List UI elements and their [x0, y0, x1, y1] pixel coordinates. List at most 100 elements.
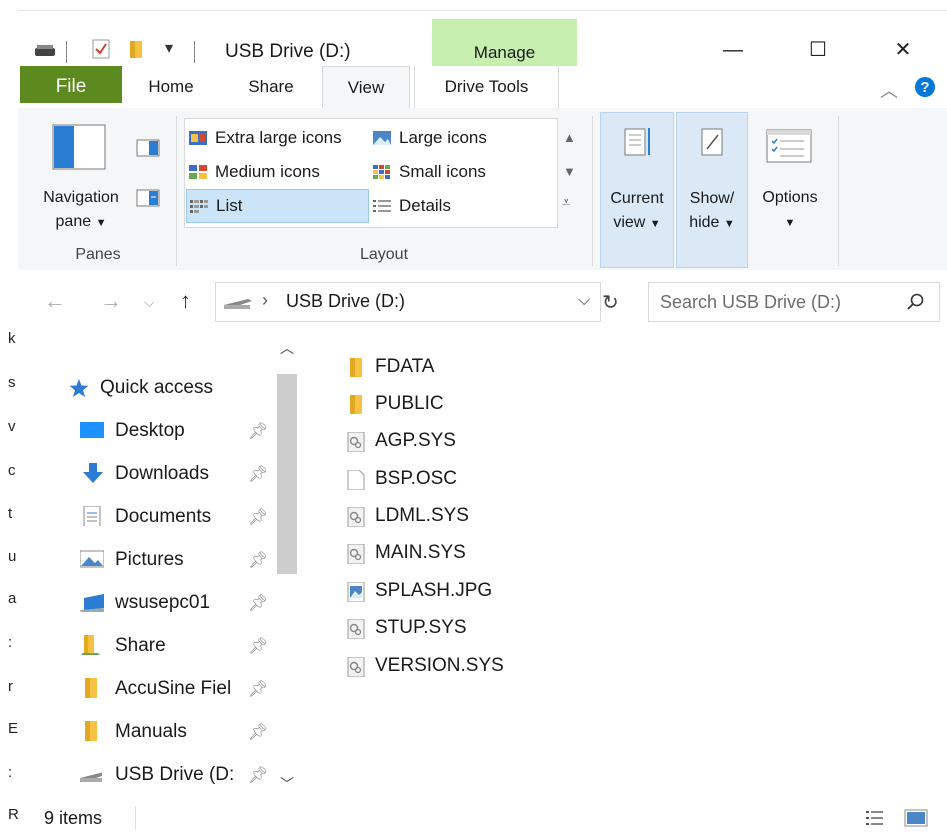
current-view-label-2: view	[613, 214, 646, 231]
search-icon[interactable]	[907, 293, 925, 311]
nav-item-label: wsusepc01	[115, 592, 211, 613]
divider	[838, 116, 839, 266]
nav-item-pictures[interactable]: Pictures 📌︎	[18, 540, 268, 580]
gallery-scroll-down-icon[interactable]: ▼	[563, 164, 576, 179]
list-item[interactable]: BSP.OSC	[340, 460, 560, 497]
file-name: PUBLIC	[375, 393, 444, 414]
nav-item-manuals[interactable]: Manuals 📌︎	[18, 712, 268, 752]
nav-item-desktop[interactable]: Desktop 📌︎	[18, 411, 268, 451]
file-name: STUP.SYS	[375, 617, 467, 638]
layout-option-label: List	[216, 196, 243, 215]
collapse-ribbon-icon[interactable]: ︿	[880, 77, 898, 103]
current-view-button[interactable]: Current view ▼	[600, 112, 674, 268]
nav-quick-access[interactable]: Quick access	[18, 368, 268, 408]
recent-locations-icon[interactable]: ⌵	[144, 294, 155, 311]
details-view-toggle-icon[interactable]	[866, 809, 884, 827]
pin-icon[interactable]: 📌︎	[248, 679, 268, 699]
list-view-icon	[190, 200, 208, 213]
pin-icon[interactable]: 📌︎	[248, 593, 268, 613]
list-item[interactable]: AGP.SYS	[340, 422, 560, 459]
file-name: MAIN.SYS	[375, 542, 466, 563]
new-folder-icon[interactable]	[128, 39, 146, 59]
pin-icon[interactable]: 📌︎	[248, 550, 268, 570]
nav-pane-scrollbar[interactable]: ︿ ﹀	[272, 334, 302, 798]
details-pane-icon[interactable]	[136, 188, 160, 208]
help-icon[interactable]: ?	[914, 76, 936, 98]
layout-small-icons[interactable]: Small icons	[373, 156, 486, 188]
list-item[interactable]: LDML.SYS	[340, 497, 560, 534]
options-button[interactable]: Options ▼	[752, 112, 828, 266]
pin-icon[interactable]: 📌︎	[248, 765, 268, 785]
divider	[592, 116, 593, 266]
layout-medium-icons[interactable]: Medium icons	[189, 156, 320, 188]
pin-icon[interactable]: 📌︎	[248, 421, 268, 441]
title-bar: ▾ Manage USB Drive (D:) — ☐ ✕	[18, 10, 947, 76]
minimize-button[interactable]: —	[710, 33, 756, 67]
layout-option-label: Details	[399, 196, 451, 215]
search-placeholder: Search USB Drive (D:)	[660, 292, 842, 312]
gallery-scroll-up-icon[interactable]: ▲	[563, 130, 576, 145]
tab-drive-tools[interactable]: Drive Tools	[414, 66, 559, 108]
properties-icon[interactable]	[92, 39, 110, 59]
layout-details[interactable]: Details	[373, 190, 451, 222]
tab-home[interactable]: Home	[136, 66, 206, 108]
preview-pane-icon[interactable]	[136, 138, 160, 158]
scroll-down-icon[interactable]: ﹀	[280, 774, 294, 794]
medium-icons-icon	[189, 165, 207, 179]
nav-item-documents[interactable]: Documents 📌︎	[18, 497, 268, 537]
large-icons-toggle-icon[interactable]	[904, 808, 928, 828]
star-icon	[69, 379, 89, 397]
layout-large-icons[interactable]: Large icons	[373, 122, 487, 154]
layout-extra-large-icons[interactable]: Extra large icons	[189, 122, 342, 154]
search-input[interactable]: Search USB Drive (D:)	[648, 282, 940, 322]
tab-file[interactable]: File	[20, 66, 122, 103]
customize-toolbar-icon[interactable]: ▾	[165, 38, 173, 58]
tab-share[interactable]: Share	[236, 66, 306, 108]
back-arrow-icon[interactable]: ←	[44, 288, 66, 314]
nav-item-label: Pictures	[115, 549, 184, 570]
nav-item-downloads[interactable]: Downloads 📌︎	[18, 454, 268, 494]
divider	[176, 116, 177, 266]
file-name: BSP.OSC	[375, 468, 458, 489]
refresh-icon[interactable]: ↻	[602, 290, 619, 315]
pin-icon[interactable]: 📌︎	[248, 507, 268, 527]
options-icon	[766, 129, 812, 163]
separator	[66, 41, 67, 63]
navigation-pane-label: Navigation	[43, 189, 119, 206]
navigation-pane-button[interactable]: Navigation pane ▼	[28, 112, 168, 238]
nav-item-accusine[interactable]: AccuSine Fiel 📌︎	[18, 669, 268, 709]
close-button[interactable]: ✕	[880, 33, 926, 67]
scrollbar-thumb[interactable]	[277, 374, 297, 574]
tab-view[interactable]: View	[322, 66, 410, 110]
current-view-icon	[624, 128, 650, 156]
list-item[interactable]: FDATA	[340, 348, 560, 385]
folder-icon	[85, 678, 97, 698]
list-item[interactable]: STUP.SYS	[340, 609, 560, 646]
pin-icon[interactable]: 📌︎	[248, 636, 268, 656]
pin-icon[interactable]: 📌︎	[248, 464, 268, 484]
nav-item-share[interactable]: Share 📌︎	[18, 626, 268, 666]
group-label-layout: Layout	[359, 246, 409, 263]
gallery-expand-icon[interactable]: ⩡	[562, 194, 570, 211]
pin-icon[interactable]: 📌︎	[248, 722, 268, 742]
drive-icon[interactable]	[34, 43, 56, 57]
system-file-icon	[347, 507, 365, 527]
show-hide-button[interactable]: Show/ hide ▼	[676, 112, 748, 268]
forward-arrow-icon[interactable]: →	[100, 288, 122, 314]
layout-list[interactable]: List	[186, 189, 369, 223]
breadcrumb-chevron-icon[interactable]: ›	[262, 290, 268, 311]
list-item[interactable]: SPLASH.JPG	[340, 572, 560, 609]
documents-icon	[83, 506, 101, 526]
nav-item-usb-drive[interactable]: USB Drive (D: 📌︎	[18, 755, 268, 795]
list-item[interactable]: MAIN.SYS	[340, 534, 560, 571]
breadcrumb[interactable]: USB Drive (D:)	[286, 291, 405, 312]
scroll-up-icon[interactable]: ︿	[280, 338, 294, 358]
nav-item-wsusepc01[interactable]: wsusepc01 📌︎	[18, 583, 268, 623]
list-item[interactable]: PUBLIC	[340, 385, 560, 422]
list-item[interactable]: VERSION.SYS	[340, 647, 560, 684]
address-bar[interactable]: › USB Drive (D:) ⌵	[215, 282, 601, 322]
maximize-button[interactable]: ☐	[795, 33, 841, 67]
layout-option-label: Extra large icons	[215, 128, 342, 147]
up-arrow-icon[interactable]: ↑	[180, 288, 191, 314]
address-dropdown-icon[interactable]: ⌵	[578, 292, 590, 310]
